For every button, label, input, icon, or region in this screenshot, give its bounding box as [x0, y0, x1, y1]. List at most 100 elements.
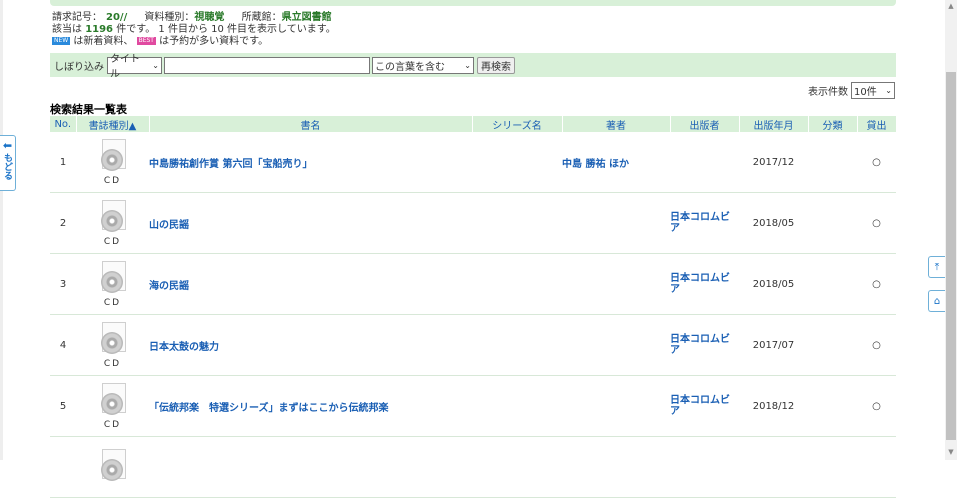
filter-field-value: タイトル [110, 54, 140, 80]
col-type[interactable]: 書誌種別▲ [76, 116, 150, 132]
material-type-label: 資料種別： [144, 12, 195, 23]
row-class [808, 132, 857, 193]
holding-label: 所蔵館： [241, 12, 282, 23]
cd-icon [98, 260, 128, 297]
page-top-icon: ⤒ [934, 261, 940, 273]
row-date: 2018/05 [739, 192, 808, 254]
row-author: 中島 勝祐 ほか [562, 132, 670, 193]
perpage-label: 表示件数 [808, 87, 848, 98]
row-type: CD [76, 314, 149, 376]
filter-mode-select[interactable]: この言葉を含む ⌄ [372, 56, 474, 74]
row-title: 海の民謡 [149, 253, 472, 315]
col-author[interactable]: 著者 [562, 116, 671, 132]
row-author-link[interactable]: 中島 勝祐 ほか [562, 159, 629, 170]
holding-value: 県立図書館 [281, 12, 332, 23]
filter-field-select[interactable]: タイトル ⌄ [107, 54, 162, 80]
row-no: 1 [50, 132, 76, 193]
scroll-down-icon[interactable]: ▼ [946, 448, 956, 456]
row-publisher: 日本コロムビア [670, 192, 739, 254]
row-loan: ○ [857, 192, 896, 254]
row-series [472, 132, 562, 193]
left-edge [0, 0, 3, 460]
col-class[interactable]: 分類 [808, 116, 858, 132]
row-series [472, 314, 562, 376]
table-row: 3 CD 海の民謡 日本コロムビア 2018/05 ○ [50, 253, 896, 315]
row-publisher: 日本コロムビア [670, 314, 739, 376]
home-button[interactable]: ⌂ [928, 290, 945, 312]
perpage-value: 10件 [854, 87, 877, 98]
cd-icon [98, 321, 128, 358]
perpage-select[interactable]: 10件 ⌄ [851, 82, 895, 99]
row-type-label: CD [103, 297, 122, 308]
row-type: CD [76, 132, 149, 193]
col-series[interactable]: シリーズ名 [472, 116, 563, 132]
result-suffix: 件です。 1 件目から 10 件目を表示しています。 [116, 24, 336, 35]
row-title-link[interactable]: 中島勝祐創作賞 第六回「宝船売り」 [149, 159, 312, 170]
row-series [472, 253, 562, 315]
row-title-link[interactable]: 海の民謡 [149, 281, 189, 292]
row-publisher: 日本コロムビア [670, 253, 739, 315]
perpage-control: 表示件数 10件 ⌄ [808, 82, 895, 99]
row-class [808, 314, 857, 376]
col-no: No. [50, 116, 77, 132]
row-title-link[interactable]: 山の民謡 [149, 220, 189, 231]
table-row: 4 CD 日本太鼓の魅力 日本コロムビア 2017/07 ○ [50, 314, 896, 376]
arrow-left-icon: ⬅ [2, 139, 13, 152]
row-publisher-link[interactable]: 日本コロムビア [670, 273, 730, 295]
row-author [562, 375, 670, 437]
result-prefix: 該当は [52, 24, 82, 35]
row-date: 2017/07 [739, 314, 808, 376]
table-row: 5 CD 「伝統邦楽 特選シリーズ」まずはここから伝統邦楽 日本コロムビア 20… [50, 375, 896, 437]
back-tab[interactable]: ⬅ もどる [0, 135, 16, 191]
table-row: 2 CD 山の民謡 日本コロムビア 2018/05 ○ [50, 192, 896, 254]
chevron-down-icon: ⌄ [152, 60, 159, 70]
row-publisher: 日本コロムビア [670, 375, 739, 437]
best-note: は予約が多い資料です。 [159, 36, 269, 47]
row-publisher-link[interactable]: 日本コロムビア [670, 212, 730, 234]
row-class [808, 375, 857, 437]
table-row [50, 436, 896, 498]
table-row: 1 CD 中島勝祐創作賞 第六回「宝船売り」 中島 勝祐 ほか 2017/12 … [50, 132, 896, 193]
row-series [472, 192, 562, 254]
row-no: 5 [50, 375, 76, 437]
call-number-label: 請求記号： [52, 12, 102, 23]
row-title-link[interactable]: 日本太鼓の魅力 [149, 342, 219, 353]
new-note: は新着資料、 [73, 36, 134, 47]
row-no: 4 [50, 314, 76, 376]
col-date[interactable]: 出版年月 [739, 116, 809, 132]
row-publisher-link[interactable]: 日本コロムビア [670, 395, 730, 417]
cd-icon [98, 382, 128, 419]
row-type: CD [76, 253, 149, 315]
row-class [808, 253, 857, 315]
row-title: 中島勝祐創作賞 第六回「宝船売り」 [149, 132, 472, 193]
row-class [808, 192, 857, 254]
col-title[interactable]: 書名 [149, 116, 473, 132]
row-type [76, 436, 149, 498]
filter-label: しぼり込み [54, 61, 104, 73]
row-author [562, 192, 670, 254]
row-author [562, 253, 670, 315]
new-badge-icon: NEW [52, 37, 71, 45]
filter-keyword-input[interactable] [164, 56, 370, 74]
research-button[interactable]: 再検索 [477, 56, 515, 74]
row-title-link[interactable]: 「伝統邦楽 特選シリーズ」まずはここから伝統邦楽 [149, 403, 389, 414]
row-publisher [670, 132, 739, 193]
row-title: 日本太鼓の魅力 [149, 314, 472, 376]
result-count: 1196 [85, 24, 114, 35]
cd-icon [98, 199, 128, 236]
row-loan: ○ [857, 132, 896, 193]
scrollbar-thumb[interactable] [946, 72, 956, 440]
row-date: 2017/12 [739, 132, 808, 193]
page-top-button[interactable]: ⤒ [928, 256, 945, 278]
best-badge-icon: BEST [136, 37, 156, 45]
row-type-label: CD [103, 358, 122, 369]
row-publisher-link[interactable]: 日本コロムビア [670, 334, 730, 356]
row-no: 2 [50, 192, 76, 254]
row-author [562, 314, 670, 376]
col-publisher[interactable]: 出版者 [670, 116, 740, 132]
filter-mode-value: この言葉を含む [375, 61, 445, 73]
scroll-up-icon[interactable]: ▲ [946, 2, 956, 10]
row-type: CD [76, 375, 149, 437]
home-icon: ⌂ [933, 295, 941, 307]
row-date: 2018/05 [739, 253, 808, 315]
